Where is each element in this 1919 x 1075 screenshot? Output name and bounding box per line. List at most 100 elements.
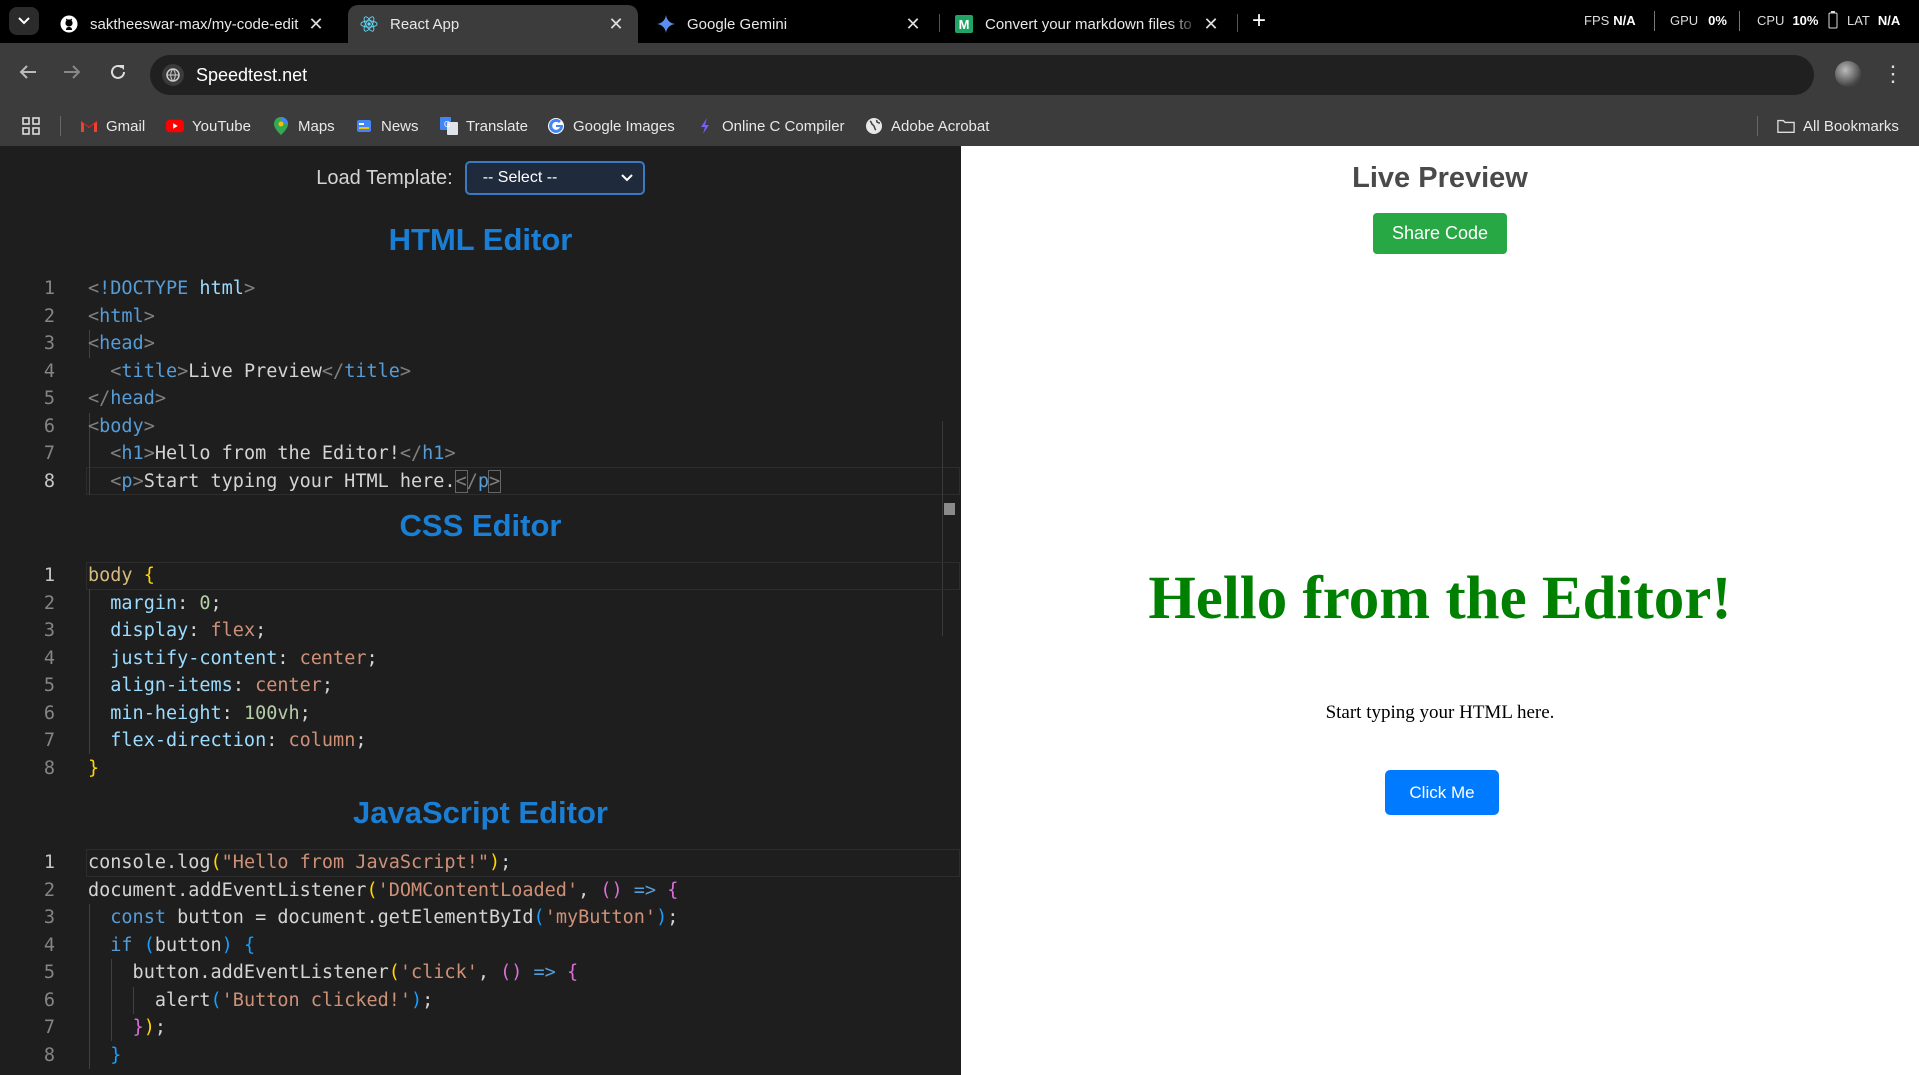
js-code-editor[interactable]: 1 console.log("Hello from JavaScript!"); … [0,849,961,1069]
tab-google-gemini[interactable]: Google Gemini ✕ [645,5,935,43]
address-bar[interactable]: Speedtest.net [150,55,1814,95]
code-line: 5 button.addEventListener('click', () =>… [0,959,961,987]
chevron-down-icon [620,174,633,182]
bookmark-google-images[interactable]: Google Images [547,113,675,139]
github-icon [60,15,78,33]
markdown-m-icon: M [955,15,973,33]
close-icon[interactable]: ✕ [606,14,626,35]
share-code-button[interactable]: Share Code [1373,213,1507,254]
react-icon [360,15,378,33]
css-line-7: flex-direction: column; [110,730,367,751]
code-line: 4 <title>Live Preview</title> [0,358,961,386]
bookmark-maps[interactable]: Maps [272,113,335,139]
bookmark-translate[interactable]: G Translate [440,113,528,139]
click-me-button[interactable]: Click Me [1385,770,1499,815]
lat-stat: LAT N/A [1847,13,1901,28]
forward-button[interactable] [57,57,87,87]
html-line-3: <head> [88,333,155,354]
html-code-editor[interactable]: 1 <!DOCTYPE html> 2 <html> 3 <head> 4 <titl… [0,275,961,495]
code-line: 6 alert('Button clicked!'); [0,987,961,1015]
close-icon[interactable]: ✕ [306,14,326,35]
js-editor-title: JavaScript Editor [353,795,608,830]
code-line: 6 min-height: 100vh; [0,700,961,728]
html-line-7: <h1>Hello from the Editor!</h1> [110,443,456,464]
tab-divider [1237,14,1238,32]
code-line: 1 <!DOCTYPE html> [0,275,961,303]
css-editor-title: CSS Editor [399,508,562,543]
more-menu-icon[interactable]: ⋮ [1882,59,1904,89]
youtube-icon [166,117,184,135]
preview-paragraph: Start typing your HTML here. [1325,702,1555,723]
tab-markdown[interactable]: M Convert your markdown files to ✕ [943,5,1233,43]
css-line-2: margin: 0; [110,592,222,614]
svg-text:G: G [444,120,450,129]
bookmarks-bar: Gmail YouTube Maps News G Translate Goog… [0,106,1919,146]
close-icon[interactable]: ✕ [903,14,923,35]
live-preview-panel: Live Preview Share Code Hello from the E… [961,146,1919,1075]
bookmark-news[interactable]: News [355,113,419,139]
code-line: 7 flex-direction: column; [0,727,961,755]
gmail-icon [80,117,98,135]
globe-icon [865,117,883,135]
translate-icon: G [440,117,458,135]
new-tab-button[interactable]: + [1245,6,1273,36]
reload-button[interactable] [103,57,133,87]
gpu-stat: GPU 0% [1670,13,1727,28]
html-line-8: <p>Start typing your HTML here.</p> [110,469,502,493]
url-text[interactable]: Speedtest.net [196,65,307,86]
tab-strip: saktheeswar-max/my-code-edit ✕ React App… [0,0,1919,43]
code-line: 4 justify-content: center; [0,645,961,673]
code-line: 2 document.addEventListener('DOMContentLo… [0,877,961,905]
code-line: 1 console.log("Hello from JavaScript!"); [0,849,961,877]
html-line-4: <title>Live Preview</title> [110,360,412,382]
svg-text:M: M [959,17,970,32]
js-line-1: console.log("Hello from JavaScript!"); [88,852,512,873]
tab-github[interactable]: saktheeswar-max/my-code-edit ✕ [48,5,338,43]
tab-search-button[interactable] [9,7,39,35]
html-line-1: <!DOCTYPE html> [88,278,256,299]
apps-grid-icon[interactable] [22,113,40,139]
js-line-2: document.addEventListener('DOMContentLoa… [88,879,679,901]
code-line: 7 <h1>Hello from the Editor!</h1> [0,440,961,468]
google-g-icon [547,117,565,135]
bookmark-adobe-acrobat[interactable]: Adobe Acrobat [865,113,989,139]
code-line: 2 margin: 0; [0,590,961,618]
template-row: Load Template: -- Select -- [0,160,961,196]
js-line-4: if (button) { [110,934,256,956]
tab-title: Google Gemini [687,15,788,33]
template-label: Load Template: [316,166,453,189]
chevron-down-icon [18,17,30,25]
site-info-icon[interactable] [162,64,184,86]
js-line-8: } [110,1044,122,1066]
preview-heading: Hello from the Editor! [1148,565,1732,632]
preview-title: Live Preview [1352,162,1528,194]
news-icon [355,117,373,135]
all-bookmarks-button[interactable]: All Bookmarks [1777,113,1899,139]
battery-icon [1828,11,1838,33]
tab-title: saktheeswar-max/my-code-edit [90,15,299,33]
js-line-5: button.addEventListener('click', () => { [88,962,579,983]
css-code-editor[interactable]: 1 body { 2 margin: 0; 3 display: flex; 4 … [0,562,961,782]
js-line-6: alert('Button clicked!'); [88,989,434,1011]
code-line: 8 <p>Start typing your HTML here.</p> [0,468,961,496]
bookmark-online-c-compiler[interactable]: Online C Compiler [696,113,845,139]
html-editor-title: HTML Editor [388,222,573,257]
code-line: 3 display: flex; [0,617,961,645]
back-button[interactable] [13,57,43,87]
html-line-6: <body> [88,415,155,437]
profile-avatar[interactable] [1835,61,1861,87]
css-line-4: justify-content: center; [110,647,378,669]
code-line: 6 <body> [0,413,961,441]
compiler-icon [696,117,714,135]
fps-stat: FPS N/A [1584,13,1636,28]
css-line-1: body { [88,565,155,586]
css-line-8: } [88,757,100,779]
bookmark-youtube[interactable]: YouTube [166,113,251,139]
template-select[interactable]: -- Select -- [464,161,645,195]
close-icon[interactable]: ✕ [1201,14,1221,35]
gemini-icon [657,15,675,33]
code-line: 2 <html> [0,303,961,331]
bookmark-gmail[interactable]: Gmail [80,113,145,139]
code-line: 8} [0,755,961,783]
tab-react-app[interactable]: React App ✕ [348,5,638,43]
